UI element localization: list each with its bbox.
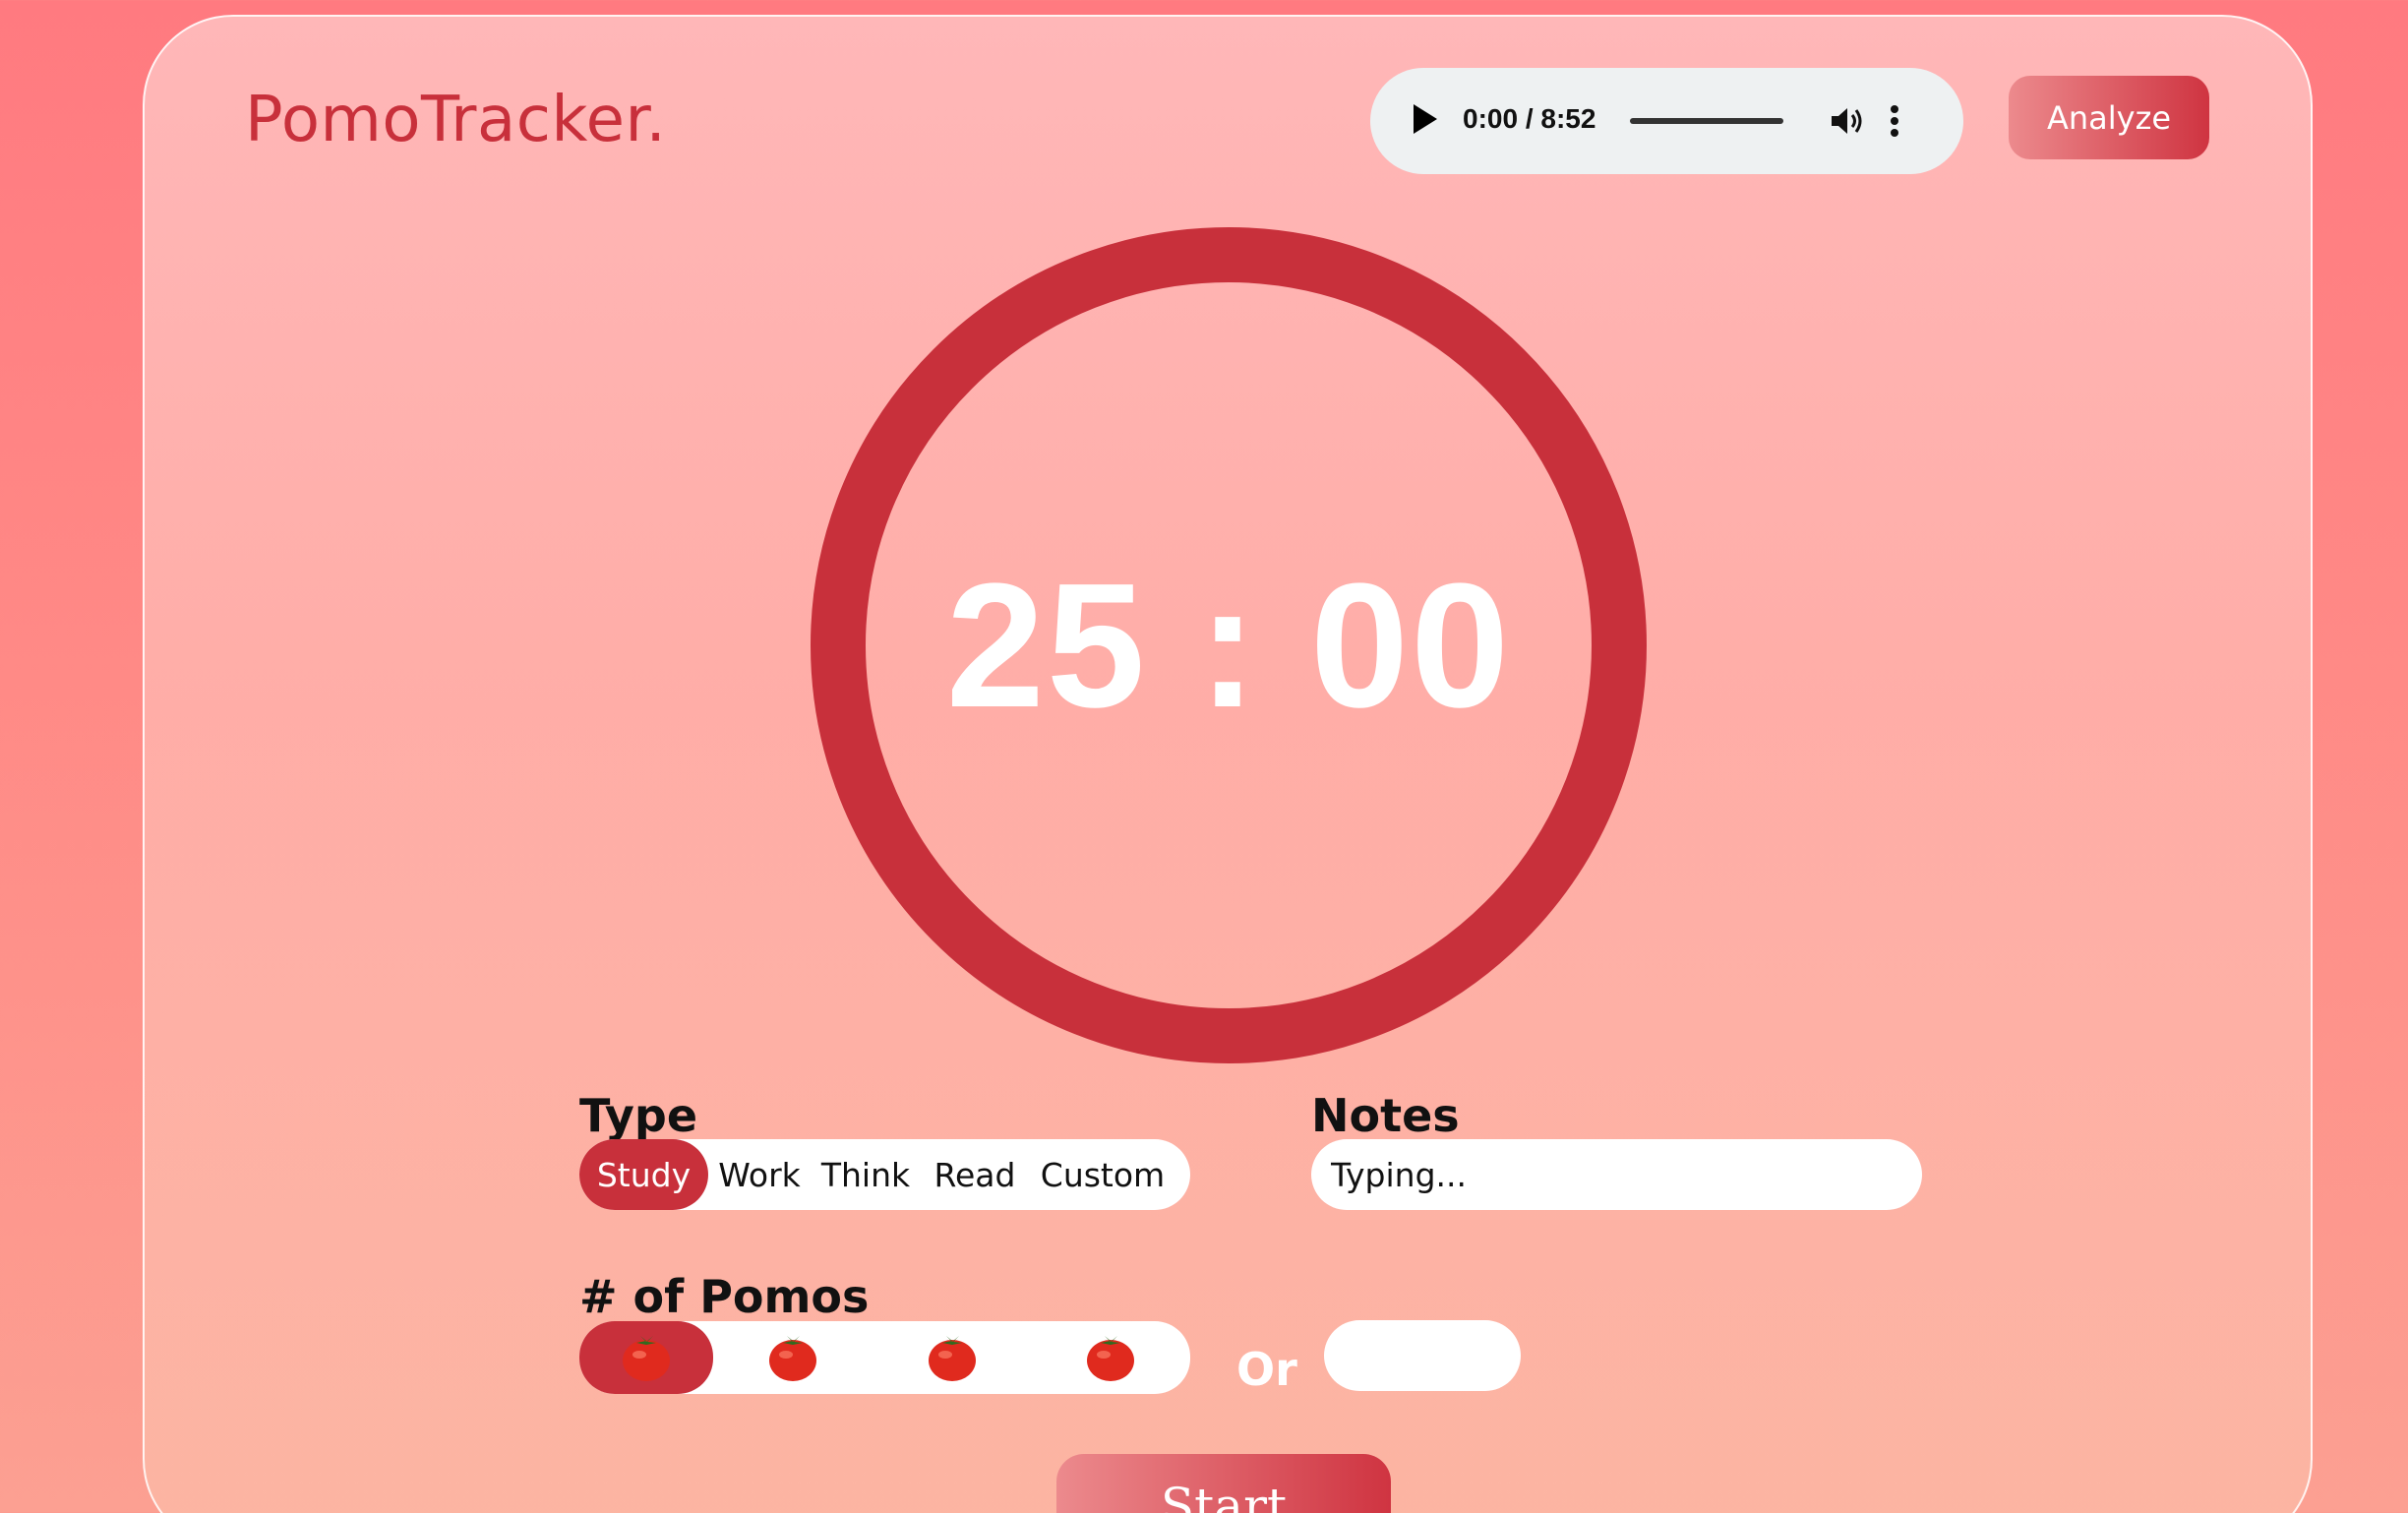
- type-option-think[interactable]: Think: [811, 1139, 921, 1210]
- pomo-option-4[interactable]: [1031, 1321, 1190, 1394]
- play-icon[interactable]: [1414, 104, 1437, 134]
- pomos-label: # of Pomos: [579, 1270, 870, 1323]
- pomo-count-input[interactable]: [1324, 1320, 1521, 1391]
- tomato-icon: [623, 1336, 670, 1381]
- type-label: Type: [579, 1089, 698, 1142]
- type-option-work[interactable]: Work: [708, 1139, 811, 1210]
- pomo-option-3[interactable]: [873, 1321, 1031, 1394]
- pomo-option-1[interactable]: [579, 1321, 713, 1394]
- start-button[interactable]: Start: [1056, 1454, 1391, 1513]
- or-label: Or: [1236, 1343, 1297, 1396]
- pomo-option-2[interactable]: [713, 1321, 873, 1394]
- pomo-count-selector: [579, 1321, 1190, 1394]
- audio-progress-bar[interactable]: [1630, 118, 1783, 124]
- tomato-icon: [928, 1336, 976, 1381]
- more-options-icon[interactable]: [1890, 103, 1899, 139]
- app-logo: PomoTracker.: [245, 84, 667, 156]
- main-card: PomoTracker. 0:00 / 8:52 Analyze 25 : 00…: [143, 15, 2313, 1513]
- timer-display: 25 : 00: [945, 546, 1512, 745]
- type-option-custom[interactable]: Custom: [1029, 1139, 1176, 1210]
- audio-time: 0:00 / 8:52: [1463, 103, 1596, 134]
- type-option-read[interactable]: Read: [921, 1139, 1029, 1210]
- audio-player[interactable]: 0:00 / 8:52: [1370, 68, 1963, 174]
- analyze-button[interactable]: Analyze: [2009, 76, 2209, 159]
- type-option-study[interactable]: Study: [579, 1139, 708, 1210]
- tomato-icon: [1087, 1336, 1134, 1381]
- notes-label: Notes: [1311, 1089, 1460, 1142]
- notes-input[interactable]: [1311, 1139, 1922, 1210]
- tomato-icon: [769, 1336, 816, 1381]
- type-selector: Study Work Think Read Custom: [579, 1139, 1190, 1210]
- volume-icon[interactable]: [1830, 105, 1865, 137]
